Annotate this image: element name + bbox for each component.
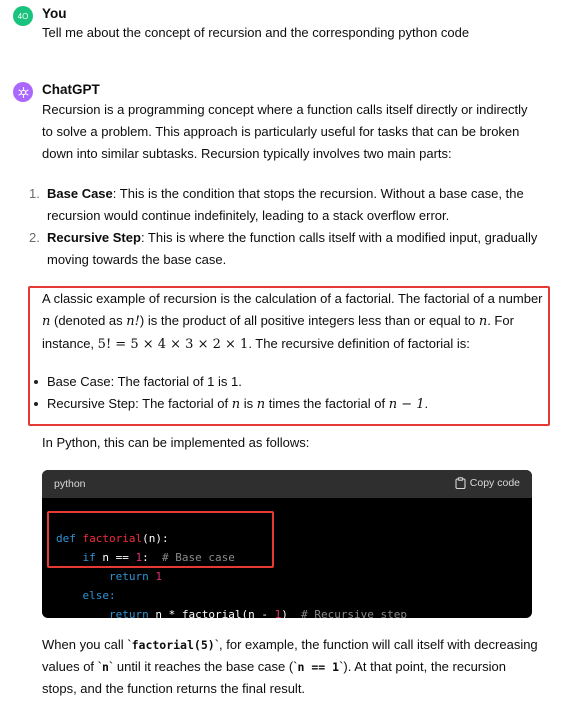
intro-line-3: down into similar subtasks. Recursion ty… <box>42 146 452 161</box>
list-number-2: 2. <box>29 230 40 245</box>
assistant-name: ChatGPT <box>42 82 100 97</box>
example-line-3: instance, 5! = 5 × 4 × 3 × 2 × 1. The re… <box>42 336 470 352</box>
bullet-dot-1 <box>34 380 38 384</box>
list-item-1-line-1: Base Case: This is the condition that st… <box>47 186 524 201</box>
code-block-header: python Copy code <box>42 470 532 498</box>
list-item-2-term: Recursive Step <box>47 230 141 245</box>
bullet-dot-2 <box>34 402 38 406</box>
code-line-3: return 1 <box>108 570 162 583</box>
intro-line-1: Recursion is a programming concept where… <box>42 102 528 117</box>
inline-code-condition: n == 1 <box>297 660 340 674</box>
inline-code-n: n <box>101 660 109 674</box>
clipboard-icon <box>455 477 466 489</box>
openai-logo-icon <box>17 86 29 98</box>
user-avatar: 4O <box>13 6 33 26</box>
copy-code-button[interactable]: Copy code <box>455 477 520 489</box>
list-item-1-line-2: recursion would continue indefinitely, l… <box>47 208 450 223</box>
inline-code-factorial: factorial(5) <box>131 638 215 652</box>
code-language-label: python <box>54 478 86 490</box>
code-line-5: return n * factorial(n - 1) # Recursive … <box>108 608 408 618</box>
list-item-2-line-2: moving towards the base case. <box>47 252 227 267</box>
list-item-1-term: Base Case <box>47 186 113 201</box>
example-bullet-1: Base Case: The factorial of 1 is 1. <box>47 374 242 389</box>
chatgpt-avatar <box>13 82 33 102</box>
highlight-box-code <box>47 511 274 568</box>
outro-line-3: stops, and the function returns the fina… <box>42 681 306 696</box>
list-number-1: 1. <box>29 186 40 201</box>
python-intro: In Python, this can be implemented as fo… <box>42 435 310 450</box>
outro-line-1: When you call `factorial(5)`, for exampl… <box>42 637 538 652</box>
user-message: Tell me about the concept of recursion a… <box>42 25 470 40</box>
code-line-4: else: <box>82 589 116 602</box>
outro-line-2: values of `n` until it reaches the base … <box>42 659 506 674</box>
list-item-2-line-1: Recursive Step: This is where the functi… <box>47 230 538 245</box>
intro-line-2: to solve a problem. This approach is par… <box>42 124 520 139</box>
example-bullet-2: Recursive Step: The factorial of n is n … <box>47 396 429 412</box>
example-line-1: A classic example of recursion is the ca… <box>42 291 543 306</box>
copy-code-label: Copy code <box>469 477 520 489</box>
example-line-2: n (denoted as n!) is the product of all … <box>42 313 514 329</box>
code-block: python Copy code def factorial(n): if n … <box>42 470 532 618</box>
user-name: You <box>42 6 67 21</box>
